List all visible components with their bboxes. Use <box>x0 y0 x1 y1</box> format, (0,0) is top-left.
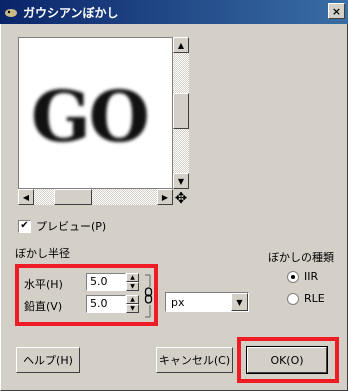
preview-vertical-scrollbar[interactable]: ▲ ▼ <box>173 37 189 189</box>
radio-rle-row[interactable]: RLE <box>287 292 325 305</box>
radio-iir-row[interactable]: IIR <box>287 270 318 283</box>
preview-canvas[interactable]: GO <box>18 37 173 189</box>
vertical-scroll-thumb[interactable] <box>173 93 189 129</box>
radio-iir-label: IIR <box>304 270 319 283</box>
preview-horizontal-scrollbar[interactable]: ◀ ▶ <box>18 189 173 205</box>
radius-highlight-box <box>15 264 158 326</box>
blur-radius-heading: ぼかし半径 <box>15 247 70 260</box>
close-icon: × <box>331 4 342 18</box>
app-icon <box>5 9 17 17</box>
horizontal-scroll-thumb[interactable] <box>54 189 92 205</box>
window-title: ガウシアンぼかし <box>23 5 119 20</box>
scroll-right-arrow-icon[interactable]: ▶ <box>157 189 173 205</box>
ok-highlight-box <box>237 337 339 383</box>
unit-select-value: px <box>171 295 185 309</box>
scroll-left-arrow-icon[interactable]: ◀ <box>18 189 34 205</box>
checkmark-icon: ✔ <box>20 220 29 231</box>
dropdown-arrow-icon[interactable]: ▼ <box>231 293 248 311</box>
help-button-label: ヘルプ(H) <box>23 354 73 367</box>
radio-rle[interactable] <box>287 292 299 305</box>
navigate-move-icon[interactable]: ✥ <box>173 189 189 207</box>
radio-iir[interactable] <box>287 270 299 283</box>
unit-select[interactable]: px ▼ <box>165 292 249 312</box>
radio-selected-dot <box>291 274 295 279</box>
cancel-button-label: キャンセル(C) <box>158 354 231 367</box>
preview-checkbox-label: プレビュー(P) <box>36 220 107 233</box>
scroll-down-arrow-icon[interactable]: ▼ <box>173 173 189 189</box>
help-button[interactable]: ヘルプ(H) <box>16 347 80 373</box>
preview-checkbox-row[interactable]: ✔ プレビュー(P) <box>18 218 106 234</box>
blur-method-heading: ぼかしの種類 <box>268 251 334 264</box>
cancel-button[interactable]: キャンセル(C) <box>156 347 233 373</box>
close-button[interactable]: × <box>328 3 345 19</box>
title-bar: ガウシアンぼかし × <box>0 0 348 24</box>
preview-sample-text: GO <box>31 75 150 158</box>
scroll-up-arrow-icon[interactable]: ▲ <box>173 37 189 53</box>
radio-rle-label: RLE <box>304 292 325 305</box>
preview-checkbox[interactable]: ✔ <box>18 219 31 233</box>
